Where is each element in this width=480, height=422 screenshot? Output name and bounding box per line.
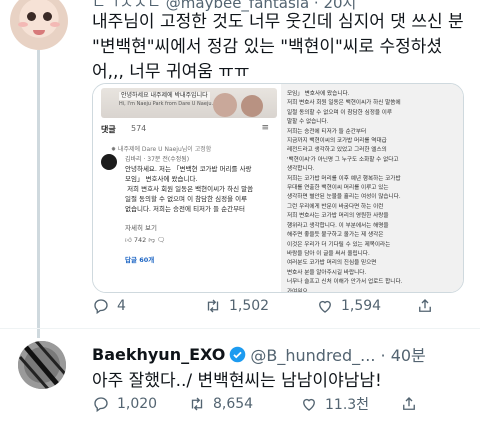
video-person [241, 95, 263, 117]
video-caption-en: Hi, I'm Naeju Park from Dare U Naeju. [119, 101, 214, 107]
share-icon [403, 397, 415, 410]
tweet-divider [0, 328, 480, 329]
retweet-button[interactable]: 8,654 [188, 395, 300, 413]
video-thumbnail: 안녕하세요 내주제에 박내주입니다 Hi, I'm Naeju Park fro… [101, 88, 277, 118]
comment-meta: 김바리 · 37분 전(수정됨) [125, 156, 190, 163]
verified-badge-icon [230, 346, 246, 362]
media-text: 모임」 변호사에 왔습니다. 저희 변호사 회원 일동은 백현이씨가 하신 말씀… [287, 91, 403, 293]
avatar-eye [27, 12, 36, 21]
avatar[interactable] [18, 341, 66, 389]
sort-icon: ≡ [261, 123, 269, 133]
tweet-header[interactable]: Baekhyun_EXO @B_hundred_... · 40분 [92, 342, 426, 366]
share-button[interactable] [416, 297, 434, 315]
avatar-image [18, 341, 66, 389]
comment-likes: 742 [133, 236, 147, 244]
heart-icon [319, 300, 331, 313]
handle-time: @B_hundred_... · 40분 [250, 346, 426, 365]
tweet-actions: 1,020 8,654 11.3천 [92, 394, 418, 414]
display-name[interactable]: Baekhyun_EXO [92, 345, 225, 364]
avatar[interactable] [10, 0, 68, 50]
read-more: 자세히 보기 [125, 224, 157, 232]
retweet-count: 1,502 [229, 298, 270, 314]
thread-line [37, 50, 40, 338]
avatar-mouth [33, 30, 45, 35]
replies-link: 답글 60개 [125, 256, 155, 264]
tweet-text: 내주님이 고정한 것도 너무 웃긴데 심지어 댓 쓰신 분 "변백현"씨에서 정… [92, 12, 464, 82]
retweet-button[interactable]: 1,502 [204, 297, 316, 315]
retweet-icon [207, 299, 219, 313]
comments-label: 댓글 [101, 125, 116, 134]
avatar-cheek [50, 22, 60, 27]
comment-actions: 👍︎ 742 👎︎ 🗨︎ [125, 236, 165, 244]
media-image-comments[interactable]: 안녕하세요 내주제에 박내주입니다 Hi, I'm Naeju Park fro… [93, 84, 279, 292]
reply-icon [94, 299, 108, 315]
tweet-text: 아주 잘했다../ 변백현씨는 남남이야남남! [92, 371, 382, 391]
retweet-icon [191, 397, 203, 411]
comment-avatar [101, 154, 117, 170]
pinned-label: ✸ 내주제에 Dare U Naeju님이 고정함 [111, 146, 212, 153]
like-count: 11.3천 [325, 397, 370, 413]
like-button[interactable]: 11.3천 [300, 394, 400, 414]
thumb-up-icon: 👍︎ [125, 236, 132, 244]
video-person [213, 93, 237, 117]
reply-button[interactable]: 1,020 [92, 395, 188, 413]
like-button[interactable]: 1,594 [316, 297, 416, 315]
share-icon [419, 299, 431, 312]
reply-icon [94, 397, 108, 413]
reply-count: 1,020 [117, 396, 158, 412]
video-caption: 안녕하세요 내주제에 박내주입니다 [119, 92, 210, 100]
retweet-count: 8,654 [213, 396, 254, 412]
avatar-cheek [18, 22, 28, 27]
tweet-actions: 4 1,502 1,594 [92, 296, 434, 316]
thumb-down-icon: 👎︎ [148, 236, 155, 244]
reply-icon: 🗨︎ [157, 236, 166, 244]
like-count: 1,594 [341, 298, 382, 314]
comments-count: 574 [131, 124, 147, 133]
reply-count: 4 [117, 298, 126, 314]
tweet-media[interactable]: 안녕하세요 내주제에 박내주입니다 Hi, I'm Naeju Park fro… [92, 83, 464, 293]
reply-button[interactable]: 4 [92, 297, 204, 315]
comment-body: 안녕하세요. 저는 「변백현 코가밥 머리를 사랑 모임」 변호사에 왔습니다.… [125, 165, 254, 213]
heart-icon [303, 398, 315, 411]
share-button[interactable] [400, 395, 418, 413]
avatar-eye [43, 12, 52, 21]
media-image-text[interactable]: 모임」 변호사에 왔습니다. 저희 변호사 회원 일동은 백현이씨가 하신 말씀… [281, 84, 463, 293]
